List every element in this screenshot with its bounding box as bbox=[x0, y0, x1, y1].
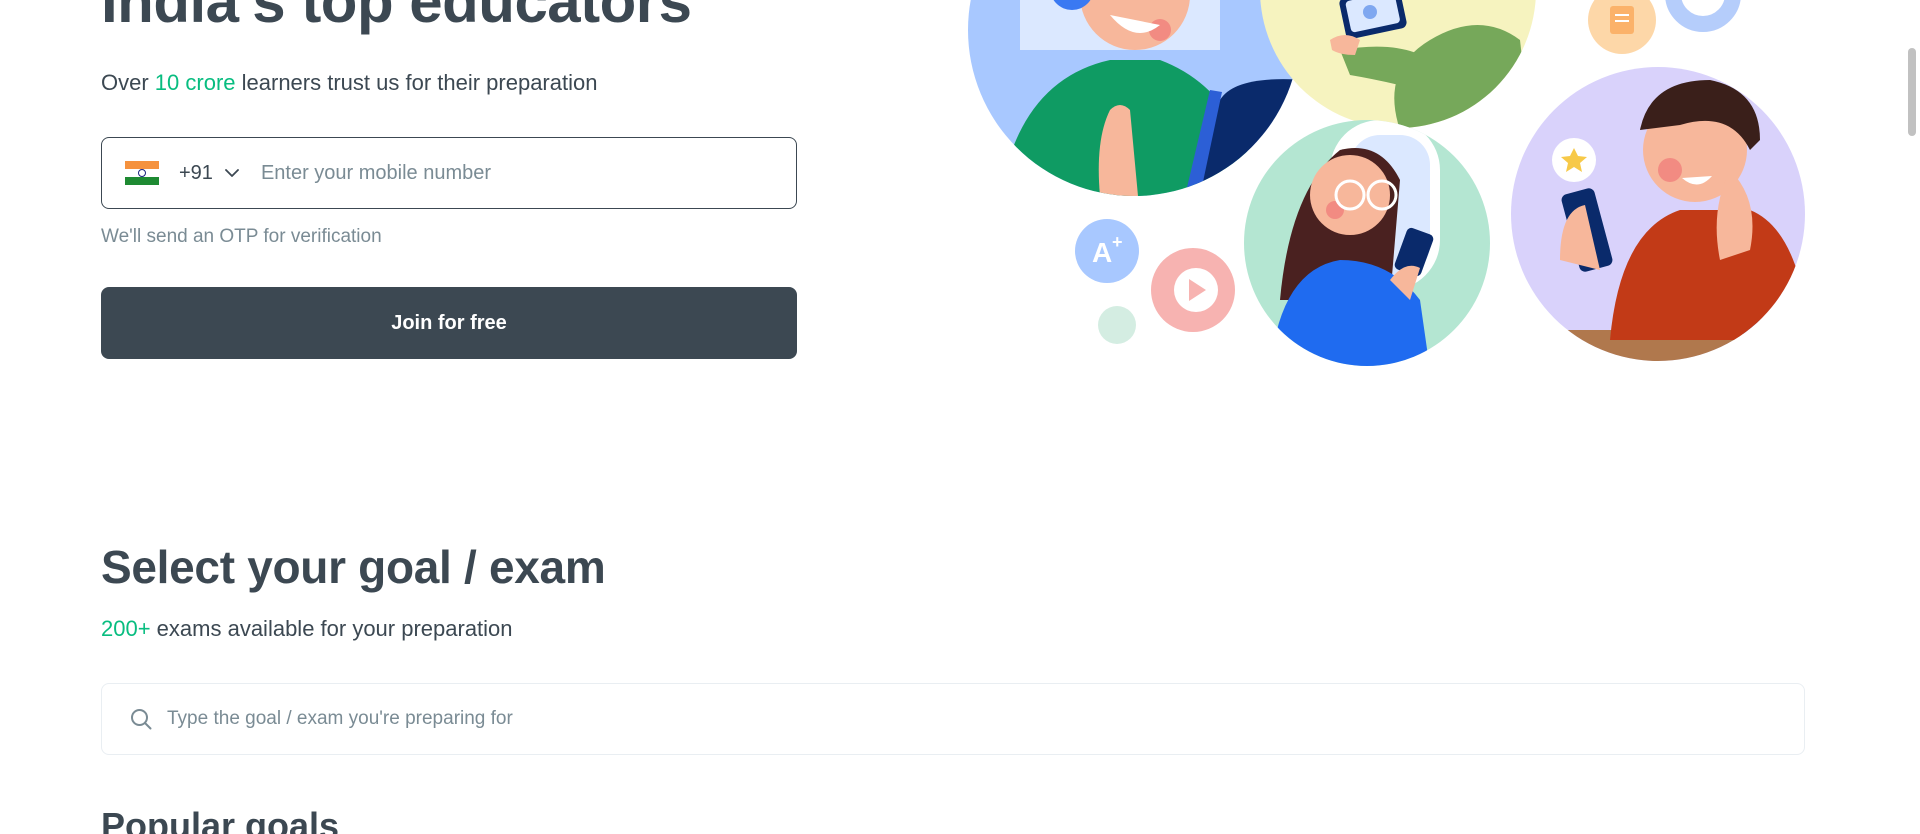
goal-section-subtitle-text: exams available for your preparation bbox=[150, 616, 513, 641]
hero-title: India's top educators bbox=[101, 0, 692, 35]
learners-illustration: A + bbox=[968, 0, 1805, 366]
learner-count: 10 crore bbox=[154, 70, 236, 95]
popular-goals-title: Popular goals bbox=[101, 805, 340, 834]
mobile-number-field: +91 bbox=[101, 137, 797, 209]
tablet-student-illustration bbox=[1260, 0, 1536, 128]
phone-student-illustration bbox=[1244, 120, 1490, 366]
country-code[interactable]: +91 bbox=[179, 162, 213, 185]
play-icon bbox=[1151, 248, 1235, 332]
chevron-down-icon[interactable] bbox=[225, 166, 239, 180]
otp-note: We'll send an OTP for verification bbox=[101, 226, 382, 247]
svg-text:+: + bbox=[1112, 232, 1123, 252]
hero-subtitle-suffix: learners trust us for their preparation bbox=[235, 70, 598, 95]
svg-text:A: A bbox=[1092, 237, 1112, 268]
hero-subtitle: Over 10 crore learners trust us for thei… bbox=[101, 70, 597, 96]
goal-search-input[interactable] bbox=[167, 708, 1667, 730]
hero-subtitle-prefix: Over bbox=[101, 70, 155, 95]
join-for-free-button[interactable]: Join for free bbox=[101, 287, 797, 359]
india-flag-icon[interactable] bbox=[125, 161, 159, 185]
mobile-number-input[interactable] bbox=[260, 161, 761, 185]
goal-search-box bbox=[101, 683, 1805, 755]
a-plus-badge-icon: A + bbox=[1075, 219, 1139, 283]
goal-section-title: Select your goal / exam bbox=[101, 541, 606, 593]
star-student-illustration bbox=[1511, 67, 1805, 361]
search-icon bbox=[129, 707, 153, 731]
page-scrollbar-thumb[interactable] bbox=[1908, 48, 1916, 136]
exam-count: 200+ bbox=[101, 616, 151, 641]
goal-section-subtitle: 200+ exams available for your preparatio… bbox=[101, 616, 513, 642]
waving-student-illustration bbox=[968, 0, 1300, 196]
